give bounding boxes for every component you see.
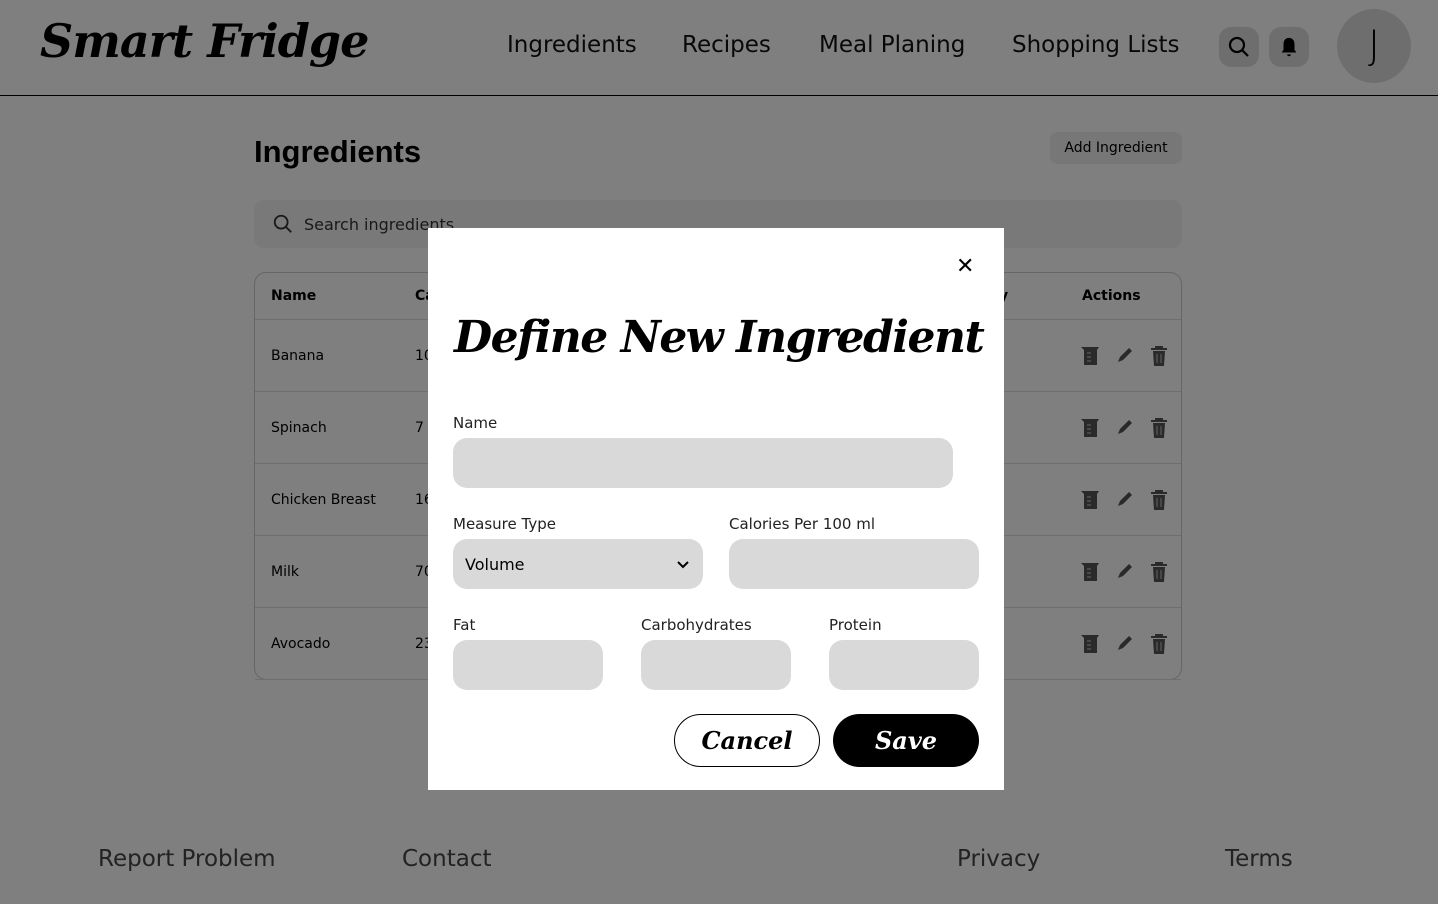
name-input[interactable] bbox=[453, 438, 953, 488]
measure-type-select[interactable]: Volume bbox=[453, 539, 703, 589]
chevron-down-icon bbox=[677, 561, 689, 569]
close-icon[interactable]: ✕ bbox=[956, 254, 974, 279]
fat-label: Fat bbox=[453, 616, 476, 634]
cancel-button[interactable]: Cancel bbox=[674, 714, 820, 767]
name-label: Name bbox=[453, 414, 498, 432]
calories-label: Calories Per 100 ml bbox=[729, 515, 876, 533]
carbohydrates-label: Carbohydrates bbox=[641, 616, 752, 634]
protein-label: Protein bbox=[829, 616, 882, 634]
modal-title: Define New Ingredient bbox=[454, 312, 985, 363]
measure-type-value: Volume bbox=[465, 554, 525, 574]
fat-input[interactable] bbox=[453, 640, 603, 690]
protein-input[interactable] bbox=[829, 640, 979, 690]
measure-type-label: Measure Type bbox=[453, 515, 556, 533]
save-button[interactable]: Save bbox=[833, 714, 979, 767]
define-ingredient-modal: ✕ Define New Ingredient Name Measure Typ… bbox=[428, 228, 1004, 790]
carbohydrates-input[interactable] bbox=[641, 640, 791, 690]
calories-input[interactable] bbox=[729, 539, 979, 589]
